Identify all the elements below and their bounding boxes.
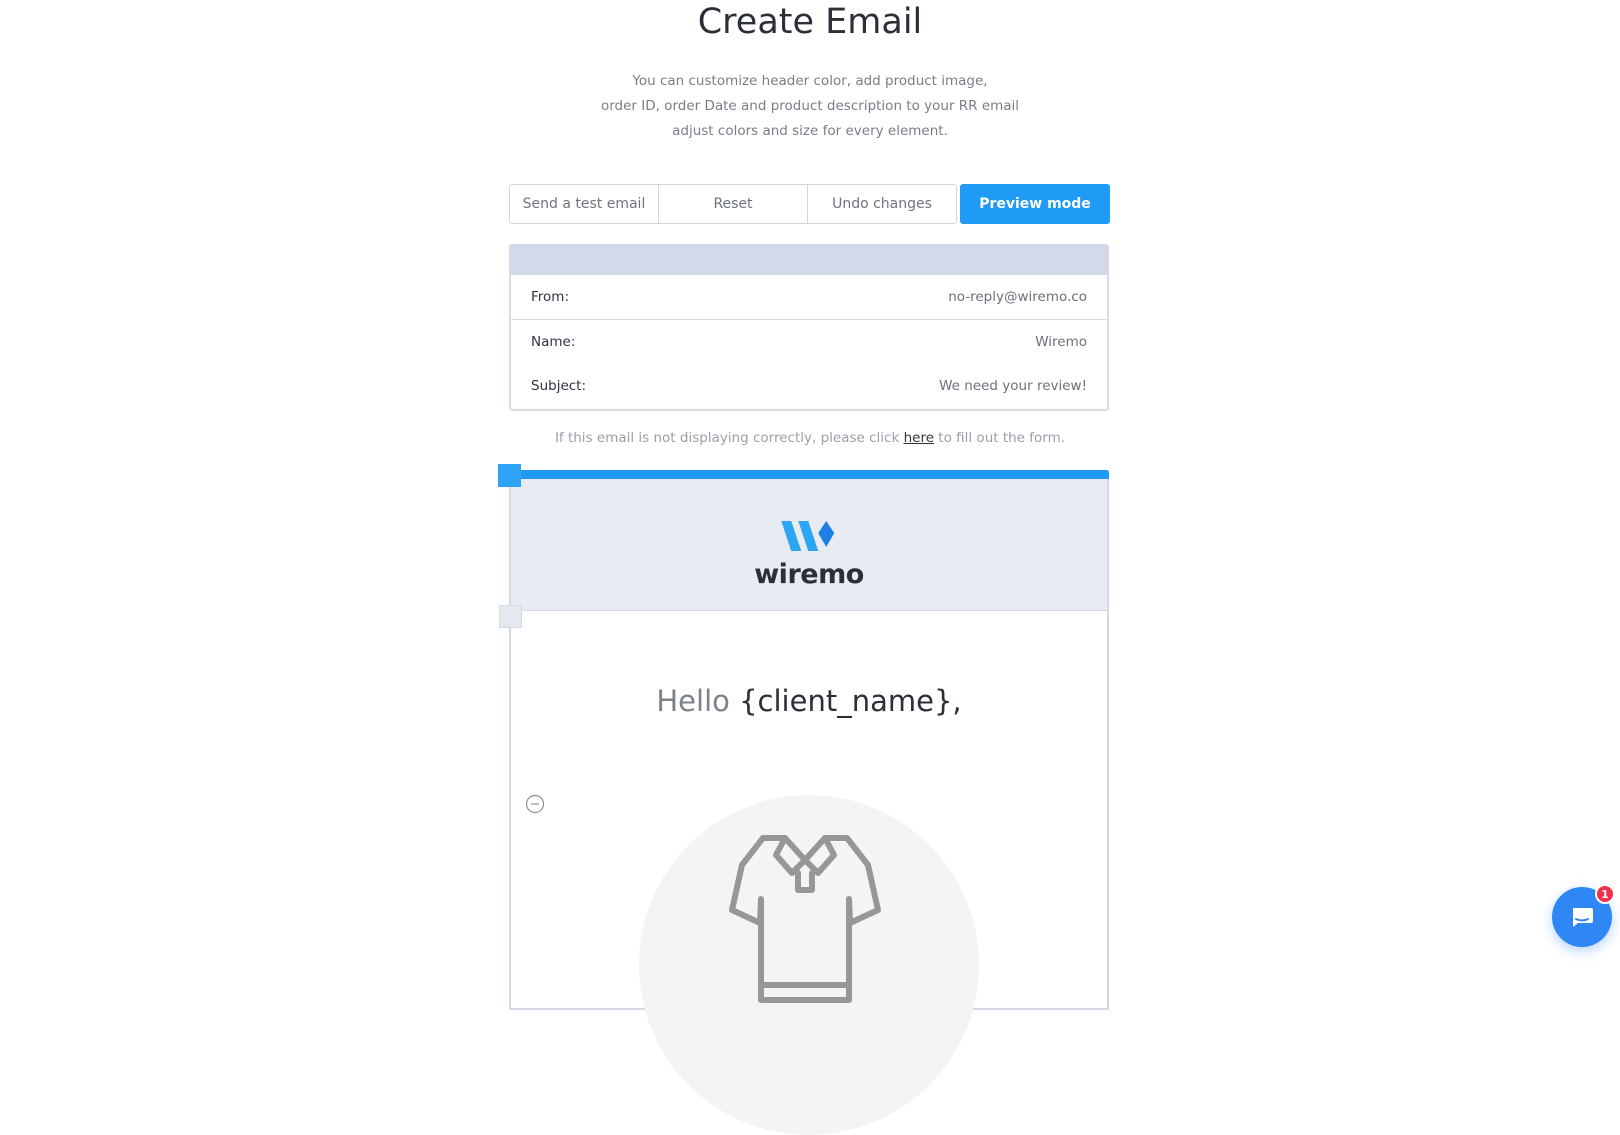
body-block-handle[interactable] xyxy=(499,605,522,628)
subject-row: Subject: We need your review! xyxy=(511,364,1107,408)
greeting-hello: Hello xyxy=(656,684,730,718)
name-row: Name: Wiremo xyxy=(511,320,1107,364)
page-title: Create Email xyxy=(697,2,923,42)
meta-card-header xyxy=(509,244,1109,275)
description-line: order ID, order Date and product descrip… xyxy=(600,98,1020,114)
wiremo-logo-icon xyxy=(780,521,834,551)
notice-text-after: to fill out the form. xyxy=(938,430,1066,446)
notice-here-link[interactable]: here xyxy=(904,430,934,446)
name-label: Name: xyxy=(531,334,576,350)
greeting-client-name: {client_name}, xyxy=(739,684,962,718)
name-value[interactable]: Wiremo xyxy=(1035,334,1087,350)
reset-button[interactable]: Reset xyxy=(658,184,808,224)
send-test-email-button[interactable]: Send a test email xyxy=(509,184,659,224)
chat-notification-badge: 1 xyxy=(1595,884,1615,904)
from-value[interactable]: no-reply@wiremo.co xyxy=(948,289,1087,305)
description-line: You can customize header color, add prod… xyxy=(632,73,988,89)
wiremo-logo: wiremo xyxy=(754,519,864,590)
email-accent-bar xyxy=(509,470,1109,479)
undo-changes-button[interactable]: Undo changes xyxy=(807,184,957,224)
chat-icon xyxy=(1573,908,1593,927)
logo-wordmark: wiremo xyxy=(754,559,864,590)
page-description: You can customize header color, add prod… xyxy=(560,69,1060,144)
email-meta-card: From: no-reply@wiremo.co Name: Wiremo Su… xyxy=(509,244,1109,411)
subject-value[interactable]: We need your review! xyxy=(939,378,1087,394)
email-greeting[interactable]: Hello {client_name}, xyxy=(509,679,1109,723)
preview-mode-button[interactable]: Preview mode xyxy=(960,184,1110,224)
shirt-icon xyxy=(729,835,881,1003)
from-label: From: xyxy=(531,289,569,305)
collapse-icon[interactable] xyxy=(525,794,545,814)
notice-text-before: If this email is not displaying correctl… xyxy=(554,430,900,446)
email-header[interactable]: wiremo xyxy=(511,479,1107,611)
subject-label: Subject: xyxy=(531,378,587,394)
description-line: adjust colors and size for every element… xyxy=(672,123,948,139)
header-block-handle[interactable] xyxy=(498,464,521,487)
from-row: From: no-reply@wiremo.co xyxy=(511,275,1107,320)
email-toolbar: Send a test email Reset Undo changes Pre… xyxy=(509,184,1110,224)
display-notice: If this email is not displaying correctl… xyxy=(0,430,1620,446)
